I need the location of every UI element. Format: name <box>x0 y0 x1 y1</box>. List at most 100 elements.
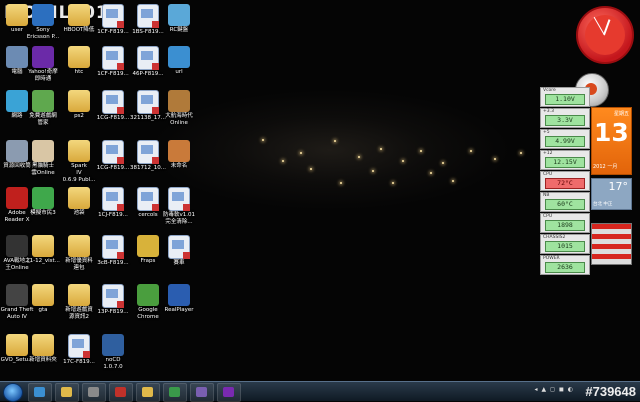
app-icon <box>168 140 190 162</box>
desktop-icon-label: 1CG-F819... <box>96 115 130 121</box>
folder-icon <box>68 235 90 257</box>
desktop-icon-label: 13P-F819... <box>97 309 129 315</box>
folder-icon <box>32 235 54 257</box>
clock-face <box>585 15 625 55</box>
desktop-icon[interactable]: 1CF-F819... <box>93 4 133 36</box>
city-light <box>442 162 444 164</box>
sensor-caption: CPU <box>543 172 553 177</box>
sensor-value: 60°C <box>545 199 585 210</box>
city-light <box>402 160 404 162</box>
folder-icon <box>68 187 90 209</box>
app-icon <box>137 284 159 306</box>
system-tray[interactable]: ◂ ▲ ◻ ◼ ◐ <box>535 386 574 393</box>
desktop-icon-label: url <box>175 69 183 75</box>
hardware-monitor-gadget[interactable]: Vcore 1.10V +3.3 3.3V +5 4.99V +12 12.15V CPU 72°… <box>540 87 590 276</box>
taskbar: ◂ ▲ ◻ ◼ ◐ #739648 <box>0 381 640 402</box>
app-icon <box>168 284 190 306</box>
news-ticker-gadget[interactable] <box>591 223 632 265</box>
app-icon <box>32 46 54 68</box>
media-icon <box>88 387 99 397</box>
city-light <box>262 139 264 141</box>
desktop-icon[interactable]: noCD 1.0.7.0 <box>93 334 133 371</box>
desktop-icon-label: 1CF-F819... <box>97 29 129 35</box>
desktop-icon[interactable]: RealPlayer <box>159 284 199 314</box>
desktop-icon[interactable]: 3cB-F819... <box>93 235 133 267</box>
desktop-icon-label: 3cB-F819... <box>97 260 129 266</box>
calendar-weekday: 星期五 <box>613 111 629 117</box>
desktop-icon[interactable]: gta <box>23 284 63 314</box>
desktop-icon[interactable]: 免費遊戲網 管家 <box>23 90 63 127</box>
ticker-row[interactable] <box>592 254 631 259</box>
folder-icon <box>68 140 90 162</box>
desktop-icon-label: 大航海時代 Online <box>165 113 193 126</box>
desktop-icon[interactable]: 13P-F819... <box>93 284 133 316</box>
ie-icon <box>34 387 45 397</box>
desktop-icon[interactable]: 未命名 <box>159 140 199 170</box>
desktop-icon[interactable]: 1CG-F819... <box>93 140 133 172</box>
watermark-stamp: #739648 <box>585 384 636 399</box>
pepper-icon <box>115 387 126 397</box>
taskbar-settings-button[interactable] <box>190 383 214 402</box>
taskbar-yahoo-button[interactable] <box>217 383 241 402</box>
sensor-meter: CHASSIS2 1015 <box>540 234 590 254</box>
city-light <box>380 148 382 150</box>
desktop-icon[interactable]: 1CJ-F819... <box>93 187 133 219</box>
desktop-icon[interactable]: 賽車 <box>159 235 199 267</box>
desktop-icon[interactable]: url <box>159 46 199 76</box>
folder-icon <box>68 4 90 26</box>
desktop-icon[interactable]: 防毒軟v1.01 完全清除... <box>159 187 199 226</box>
start-button[interactable] <box>3 383 23 402</box>
taskbar-folder2-button[interactable] <box>136 383 160 402</box>
city-light <box>452 180 454 182</box>
city-light <box>334 140 336 142</box>
desktop-icon[interactable]: Yahoo!奇摩 即時通 <box>23 46 63 83</box>
city-light <box>282 160 284 162</box>
folder-icon <box>32 284 54 306</box>
desktop-icon[interactable]: 模擬市民3 <box>23 187 63 217</box>
sensor-caption: +5 <box>543 130 550 135</box>
calendar-year-month: 2012 一月 <box>593 164 618 170</box>
desktop-icon[interactable]: 11-12_vist... <box>23 235 63 265</box>
desktop-icon[interactable]: RC鍵盤 <box>159 4 199 34</box>
weather-temp: 17° <box>608 180 629 193</box>
city-light <box>340 182 342 184</box>
app-icon <box>102 334 124 356</box>
sensor-caption: +12 <box>543 151 553 156</box>
desktop-icon-label: gta <box>38 307 48 313</box>
desktop-icon-label: 未命名 <box>170 163 188 169</box>
city-light <box>470 150 472 152</box>
weather-gadget[interactable]: 17° 台北 中正 <box>591 178 632 210</box>
sensor-value: 12.15V <box>545 157 585 168</box>
city-light <box>372 170 374 172</box>
document-icon <box>102 284 124 308</box>
desktop-icon-label: 賽車 <box>173 260 185 266</box>
city-light <box>494 158 496 160</box>
city-light <box>430 172 432 174</box>
taskbar-ie-button[interactable] <box>28 383 52 402</box>
desktop-icon[interactable]: 新增資料夾 <box>23 334 63 364</box>
taskbar-gamepad-button[interactable] <box>163 383 187 402</box>
folder2-icon <box>142 387 153 397</box>
sensor-caption: CHASSIS2 <box>543 235 566 240</box>
document-icon <box>137 46 159 70</box>
document-icon <box>137 187 159 211</box>
desktop-icon[interactable]: Sony Ericsson P... <box>23 4 63 41</box>
sensor-caption: NB <box>543 193 550 198</box>
desktop-icon[interactable]: 大航海時代 Online <box>159 90 199 127</box>
taskbar-folder-button[interactable] <box>55 383 79 402</box>
sensor-caption: Vcore <box>543 88 556 93</box>
desktop-icon-label: 1CF-F819... <box>97 71 129 77</box>
desktop-icon-label: 11-12_vist... <box>26 258 60 264</box>
desktop-icon-label: 1CG-F819... <box>96 165 130 171</box>
desktop-icon[interactable]: 1CF-F819... <box>93 46 133 78</box>
app-icon <box>168 90 190 112</box>
taskbar-media-button[interactable] <box>82 383 106 402</box>
taskbar-pepper-button[interactable] <box>109 383 133 402</box>
sensor-meter: POWER 2636 <box>540 255 590 275</box>
gamepad-icon <box>169 387 180 397</box>
desktop-icon[interactable]: 黑貓騎士 雲Online <box>23 140 63 177</box>
calendar-gadget[interactable]: 星期五 13 2012 一月 <box>591 107 632 175</box>
document-icon <box>137 90 159 114</box>
clock-gadget[interactable] <box>576 6 634 64</box>
desktop-icon[interactable]: 1CG-F819... <box>93 90 133 122</box>
